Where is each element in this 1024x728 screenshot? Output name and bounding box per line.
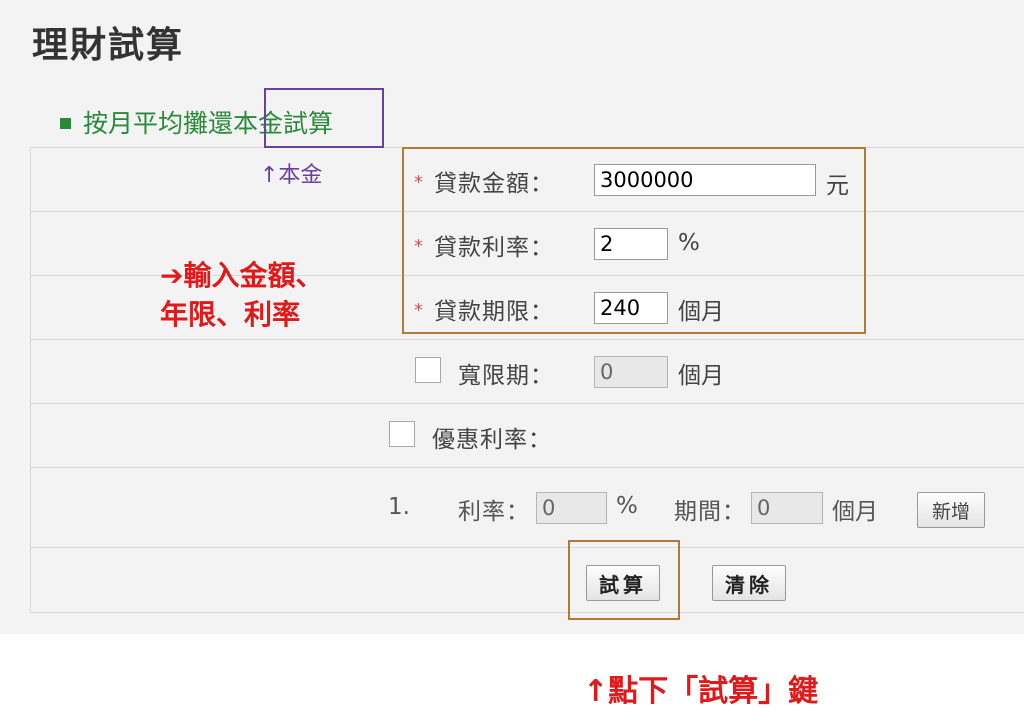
rate-row-period-input[interactable] bbox=[751, 492, 823, 524]
rate-row-period-label: 期間： bbox=[674, 499, 746, 525]
grace-period-checkbox[interactable] bbox=[415, 357, 441, 383]
input-annotation-line1: ➔輸入金額、 bbox=[160, 259, 324, 292]
row-divider bbox=[30, 547, 1024, 548]
row-divider bbox=[30, 467, 1024, 468]
square-bullet-icon bbox=[60, 117, 71, 129]
principal-annotation: ↑本金 bbox=[260, 163, 323, 188]
preferential-rate-checkbox[interactable] bbox=[389, 421, 415, 447]
row-divider bbox=[30, 339, 1024, 340]
row-divider bbox=[30, 612, 1024, 613]
row-divider bbox=[30, 403, 1024, 404]
input-annotation-line2: 年限、利率 bbox=[160, 298, 301, 331]
page-title: 理財試算 bbox=[32, 25, 185, 66]
grace-period-unit: 個月 bbox=[678, 363, 724, 389]
rate-row-period-unit: 個月 bbox=[832, 499, 878, 525]
preferential-rate-label: 優惠利率： bbox=[432, 427, 552, 453]
input-fields-highlight-box bbox=[402, 147, 866, 334]
rate-row-rate-unit: % bbox=[616, 493, 638, 519]
click-calculate-annotation: ↑點下「試算」鍵 bbox=[583, 674, 819, 709]
rate-row-rate-input[interactable] bbox=[536, 492, 607, 524]
grace-period-input[interactable] bbox=[594, 356, 668, 388]
calculate-highlight-box bbox=[568, 540, 680, 620]
grace-period-label: 寬限期： bbox=[458, 363, 554, 389]
section-title-prefix: 按月平均攤還 bbox=[83, 109, 234, 138]
rate-row-index: 1. bbox=[388, 494, 410, 520]
principal-highlight-box bbox=[264, 88, 384, 148]
add-rate-button[interactable]: 新增 bbox=[917, 492, 985, 528]
clear-button[interactable]: 清除 bbox=[712, 565, 786, 601]
rate-row-rate-label: 利率： bbox=[458, 499, 530, 525]
